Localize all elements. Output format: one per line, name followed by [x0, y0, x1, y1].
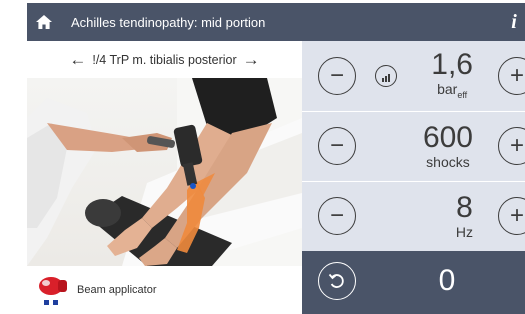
minus-icon: −: [329, 132, 344, 159]
frequency-decrease-button[interactable]: −: [318, 197, 356, 235]
info-button[interactable]: i: [503, 3, 525, 41]
parameters-panel: − 1,6 bareff + − 600 shocks + − 8 Hz + 0: [302, 41, 525, 314]
arrow-left-icon[interactable]: ←: [69, 51, 86, 68]
pressure-decrease-button[interactable]: −: [318, 56, 356, 95]
minus-icon: −: [329, 61, 344, 89]
minus-icon: −: [329, 202, 344, 229]
page-title: Achilles tendinopathy: mid portion: [71, 14, 266, 30]
shocks-unit: shocks: [426, 154, 470, 170]
shock-counter: 0: [302, 251, 525, 314]
shocks-value: 600: [422, 121, 473, 154]
treatment-panel: ← !/4 TrP m. tibialis posterior → Beam a…: [27, 41, 302, 314]
plus-icon: +: [509, 202, 524, 229]
pressure-row: − 1,6 bareff +: [302, 41, 525, 110]
plus-icon: +: [509, 132, 524, 159]
frequency-unit: Hz: [455, 224, 473, 240]
pressure-value-block: 1,6 bareff: [431, 47, 473, 103]
treatment-photo: [27, 78, 302, 266]
shocks-increase-button[interactable]: +: [498, 127, 525, 165]
counter-value: 0: [438, 264, 456, 297]
applicator-selector[interactable]: Beam applicator: [27, 266, 302, 314]
frequency-increase-button[interactable]: +: [498, 197, 525, 235]
applicator-icon: [27, 266, 75, 314]
shocks-value-block: 600 shocks: [422, 121, 473, 171]
shocks-row: − 600 shocks +: [302, 111, 525, 180]
frequency-value-block: 8 Hz: [455, 191, 473, 241]
shocks-decrease-button[interactable]: −: [318, 127, 356, 165]
reset-counter-button[interactable]: [318, 262, 356, 300]
app-window: Achilles tendinopathy: mid portion i ← !…: [27, 0, 525, 314]
arrow-right-icon[interactable]: →: [243, 51, 260, 68]
frequency-value: 8: [456, 191, 473, 224]
frequency-row: − 8 Hz +: [302, 181, 525, 250]
reset-icon: [328, 273, 344, 288]
title-bar: Achilles tendinopathy: mid portion i: [27, 3, 525, 41]
treatment-point-nav: ← !/4 TrP m. tibialis posterior →: [27, 41, 302, 78]
pressure-value: 1,6: [431, 47, 473, 81]
home-icon: [36, 15, 52, 29]
applicator-label: Beam applicator: [77, 284, 157, 296]
pressure-unit: bareff: [437, 80, 468, 100]
home-button[interactable]: [27, 3, 61, 41]
gauge-icon: [375, 65, 397, 87]
pressure-increase-button[interactable]: +: [498, 56, 525, 95]
treatment-point-label: !/4 TrP m. tibialis posterior: [92, 52, 237, 67]
info-icon: i: [511, 10, 517, 33]
plus-icon: +: [509, 61, 524, 89]
